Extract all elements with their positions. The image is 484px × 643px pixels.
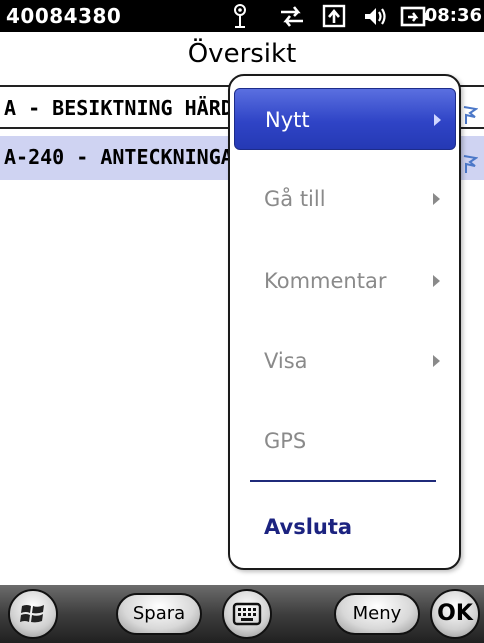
- speaker-icon[interactable]: [362, 3, 390, 33]
- menu-item-label: Kommentar: [264, 269, 387, 293]
- menu-item-gps[interactable]: GPS: [238, 410, 450, 472]
- list-item-label: A - BESIKTNING HÄRDAT: [4, 96, 257, 120]
- submenu-arrow-icon: [433, 275, 440, 287]
- data-transfer-icon[interactable]: [278, 3, 306, 33]
- menu-item-nytt[interactable]: Nytt: [234, 88, 456, 150]
- list-item-label: A-240 - ANTECKNINGAR: [4, 145, 245, 169]
- menu-item-label: Visa: [264, 349, 308, 373]
- menu-divider: [250, 480, 436, 482]
- signal-antenna-icon[interactable]: [230, 3, 250, 33]
- menu-item-visa[interactable]: Visa: [238, 330, 450, 392]
- flag-icon: [462, 97, 479, 127]
- menu-item-label: Gå till: [264, 187, 326, 211]
- sync-icon[interactable]: [320, 3, 348, 33]
- title-bar: Översikt: [0, 32, 484, 74]
- meny-button[interactable]: Meny: [334, 593, 420, 635]
- keyboard-button[interactable]: [222, 589, 272, 639]
- popup-menu: Nytt Gå till Kommentar Visa GPS Avsluta: [228, 74, 461, 570]
- menu-item-label: GPS: [264, 429, 307, 453]
- submenu-arrow-icon: [434, 114, 441, 126]
- submenu-arrow-icon: [433, 193, 440, 205]
- page-title: Översikt: [187, 39, 297, 69]
- start-button[interactable]: [8, 589, 58, 639]
- keyboard-icon: [232, 602, 262, 630]
- ok-button[interactable]: OK: [430, 589, 480, 639]
- spara-button[interactable]: Spara: [116, 593, 202, 635]
- menu-item-label: Nytt: [265, 108, 310, 132]
- status-bar: 40084380 08:36: [0, 0, 484, 32]
- menu-item-kommentar[interactable]: Kommentar: [238, 250, 450, 312]
- submenu-arrow-icon: [433, 355, 440, 367]
- flag-icon: [462, 146, 479, 180]
- menu-item-ga-till[interactable]: Gå till: [238, 168, 450, 230]
- menu-item-avsluta[interactable]: Avsluta: [264, 496, 352, 558]
- softkey-bar: Spara Meny OK: [0, 585, 484, 643]
- clock-time[interactable]: 08:36: [425, 5, 482, 26]
- device-id: 40084380: [6, 4, 122, 28]
- windows-start-icon: [19, 600, 47, 632]
